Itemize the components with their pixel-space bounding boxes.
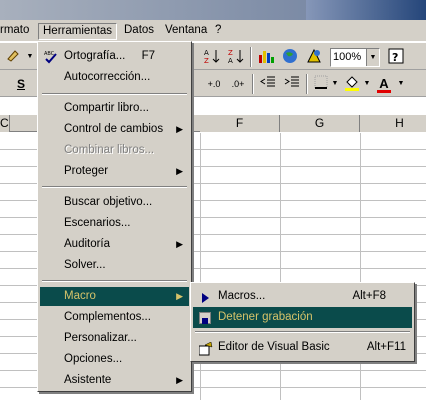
menu-item-opciones[interactable]: Opciones... xyxy=(40,350,189,369)
menu-item-label: Ortografía... xyxy=(64,50,126,62)
tools-menu: ABC Ortografía... F7 Autocorrección... C… xyxy=(37,41,192,392)
menu-item-label: Buscar objetivo... xyxy=(64,196,153,208)
menu-item-auditoria[interactable]: Auditoría ▶ xyxy=(40,235,189,254)
menu-item-label: Proteger xyxy=(64,165,109,177)
menu-item-label: Control de cambios xyxy=(64,123,164,135)
svg-text:?: ? xyxy=(392,51,398,64)
chevron-down-icon[interactable]: ▼ xyxy=(363,74,371,94)
column-header-c[interactable]: C xyxy=(0,115,10,132)
menu-ayuda[interactable]: ? xyxy=(211,23,225,40)
menu-item-label: Macro xyxy=(64,290,96,302)
chart-wizard-icon[interactable] xyxy=(256,47,276,67)
menu-ventana[interactable]: Ventana xyxy=(161,23,211,40)
font-color-label: A xyxy=(379,76,389,91)
menu-item-label: Autocorrección... xyxy=(64,71,151,83)
menu-separator xyxy=(195,331,410,333)
menu-item-complementos[interactable]: Complementos... xyxy=(40,308,189,327)
submenu-item-macros[interactable]: Macros... Alt+F8 xyxy=(193,286,412,307)
sort-ascending-icon[interactable]: AZ xyxy=(202,47,222,67)
zoom-value: 100% xyxy=(333,51,362,63)
svg-text:A: A xyxy=(228,57,233,65)
menu-separator xyxy=(42,280,187,282)
play-icon xyxy=(199,291,211,303)
toolbar-separator xyxy=(192,47,194,67)
underline-button[interactable]: S xyxy=(14,74,28,94)
menu-item-label: Compartir libro... xyxy=(64,102,149,114)
svg-text:Z: Z xyxy=(228,49,233,57)
borders-icon[interactable] xyxy=(312,74,330,94)
increase-decimal-icon[interactable]: +.0 xyxy=(204,74,224,94)
menu-item-label: Combinar libros... xyxy=(64,144,155,156)
submenu-item-label: Editor de Visual Basic xyxy=(218,341,330,353)
submenu-arrow-icon: ▶ xyxy=(176,124,183,134)
menu-item-label: Asistente xyxy=(64,374,112,386)
drawing-icon[interactable] xyxy=(304,47,324,67)
menu-item-solver[interactable]: Solver... xyxy=(40,256,189,275)
map-icon[interactable] xyxy=(280,47,300,67)
submenu-item-shortcut: Alt+F11 xyxy=(366,341,406,353)
menu-item-label: Complementos... xyxy=(64,311,151,323)
menu-item-asistente[interactable]: Asistente ▶ xyxy=(40,371,189,390)
menu-separator xyxy=(42,186,187,188)
menu-item-ortografia[interactable]: ABC Ortografía... F7 xyxy=(40,47,189,66)
menu-item-label: Escenarios... xyxy=(64,217,131,229)
submenu-item-editor-visual-basic[interactable]: Editor de Visual Basic Alt+F11 xyxy=(193,337,412,358)
office-assistant-icon[interactable]: ? xyxy=(386,47,406,67)
increase-indent-icon[interactable] xyxy=(282,74,302,94)
zoom-select[interactable]: 100% ▼ xyxy=(330,48,380,67)
menu-item-proteger[interactable]: Proteger ▶ xyxy=(40,162,189,181)
menu-item-autocorreccion[interactable]: Autocorrección... xyxy=(40,68,189,87)
visual-basic-editor-icon xyxy=(198,341,213,356)
menu-item-compartir-libro[interactable]: Compartir libro... xyxy=(40,99,189,118)
stop-icon xyxy=(199,312,211,324)
submenu-arrow-icon: ▶ xyxy=(176,291,183,301)
format-painter-icon[interactable] xyxy=(4,47,22,67)
chevron-down-icon[interactable]: ▼ xyxy=(331,74,339,94)
macro-submenu: Macros... Alt+F8 Detener grabación Edito… xyxy=(190,282,415,362)
font-color-button[interactable]: A xyxy=(374,74,394,94)
submenu-arrow-icon: ▶ xyxy=(176,375,183,385)
menu-item-label: Solver... xyxy=(64,259,106,271)
title-bar xyxy=(0,0,426,20)
menu-item-control-de-cambios[interactable]: Control de cambios ▶ xyxy=(40,120,189,139)
menu-item-macro[interactable]: Macro ▶ xyxy=(40,287,189,306)
spell-check-icon: ABC xyxy=(44,49,60,64)
chevron-down-icon[interactable]: ▼ xyxy=(25,47,35,67)
decrease-indent-icon[interactable] xyxy=(258,74,278,94)
submenu-arrow-icon: ▶ xyxy=(176,239,183,249)
font-color-swatch xyxy=(377,90,391,93)
menu-item-personalizar[interactable]: Personalizar... xyxy=(40,329,189,348)
menu-item-combinar-libros: Combinar libros... xyxy=(40,141,189,160)
svg-text:Z: Z xyxy=(204,57,209,65)
chevron-down-icon[interactable]: ▼ xyxy=(396,74,406,94)
toolbar-separator xyxy=(252,74,254,94)
toolbar-separator xyxy=(306,74,308,94)
sort-descending-icon[interactable]: ZA xyxy=(226,47,246,67)
submenu-item-detener-grabacion[interactable]: Detener grabación xyxy=(193,307,412,328)
toolbar-separator xyxy=(250,47,252,67)
svg-text:A: A xyxy=(204,49,209,57)
column-header-h[interactable]: H xyxy=(360,115,426,132)
menu-item-label: Personalizar... xyxy=(64,332,137,344)
menu-herramientas[interactable]: Herramientas xyxy=(38,23,118,40)
chevron-down-icon[interactable]: ▼ xyxy=(366,49,379,66)
submenu-item-label: Macros... xyxy=(218,290,266,302)
menu-separator xyxy=(42,93,187,95)
fill-color-icon[interactable] xyxy=(342,74,362,94)
submenu-item-label: Detener grabación xyxy=(218,311,313,323)
column-header-g[interactable]: G xyxy=(280,115,360,132)
submenu-item-shortcut: Alt+F8 xyxy=(352,290,386,302)
submenu-arrow-icon: ▶ xyxy=(176,166,183,176)
menu-datos[interactable]: Datos xyxy=(120,23,158,40)
column-header-f[interactable]: F xyxy=(200,115,280,132)
decrease-decimal-icon[interactable]: .0+ xyxy=(228,74,248,94)
menu-item-buscar-objetivo[interactable]: Buscar objetivo... xyxy=(40,193,189,212)
menu-item-escenarios[interactable]: Escenarios... xyxy=(40,214,189,233)
menu-item-shortcut: F7 xyxy=(141,50,155,62)
menu-bar: rmato Herramientas Datos Ventana ? xyxy=(0,20,426,42)
menu-formato[interactable]: rmato xyxy=(0,23,33,40)
menu-item-label: Opciones... xyxy=(64,353,123,365)
menu-item-label: Auditoría xyxy=(64,238,111,250)
